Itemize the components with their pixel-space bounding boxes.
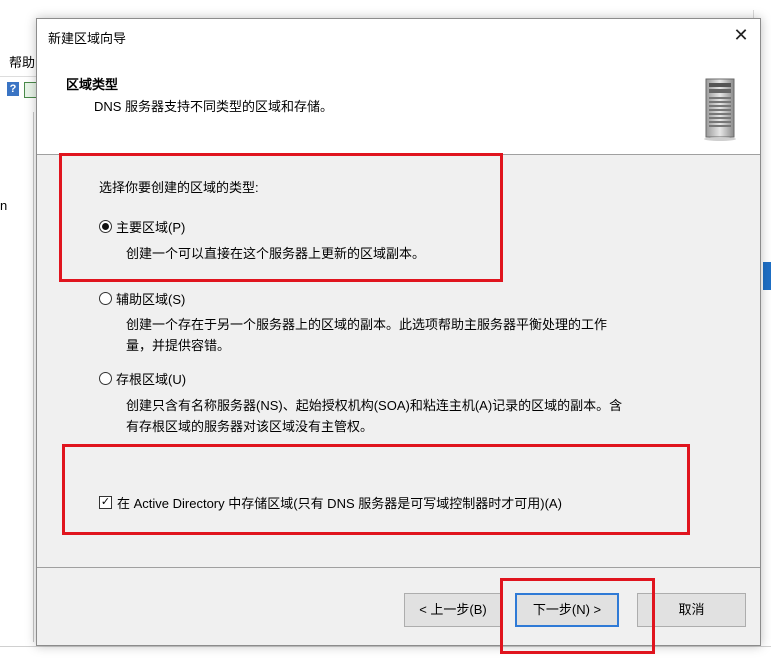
selection-accent bbox=[763, 262, 771, 290]
help-icon[interactable]: ? bbox=[7, 82, 19, 96]
console-tree[interactable]: n bbox=[0, 112, 34, 642]
page-title: 区域类型 bbox=[66, 77, 119, 92]
new-zone-wizard-dialog: 新建区域向导 ✕ 区域类型 DNS 服务器支持不同类型的区域和存储。 选择你要创… bbox=[36, 18, 761, 646]
radio-secondary-zone[interactable]: 辅助区域(S) bbox=[99, 289, 185, 308]
description-line: 量，并提供容错。 bbox=[126, 338, 231, 353]
radio-button[interactable] bbox=[99, 372, 112, 385]
dialog-titlebar: 新建区域向导 ✕ bbox=[37, 19, 760, 51]
close-icon[interactable]: ✕ bbox=[722, 19, 760, 51]
radio-button[interactable] bbox=[99, 292, 112, 305]
dialog-title: 新建区域向导 bbox=[48, 31, 127, 46]
annotation-highlight-primary-zone bbox=[59, 153, 503, 282]
radio-stub-zone[interactable]: 存根区域(U) bbox=[99, 369, 186, 388]
description-line: 创建只含有名称服务器(NS)、起始授权机构(SOA)和粘连主机(A)记录的区域的… bbox=[126, 398, 623, 413]
back-button[interactable]: < 上一步(B) bbox=[404, 593, 502, 627]
server-icon bbox=[704, 78, 736, 141]
annotation-highlight-ad-storage bbox=[62, 444, 690, 535]
footer-separator bbox=[37, 567, 760, 568]
description-line: 有存根区域的服务器对该区域没有主管权。 bbox=[126, 419, 374, 434]
radio-label[interactable]: 存根区域(U) bbox=[116, 369, 186, 388]
description-line: 创建一个存在于另一个服务器上的区域的副本。此选项帮助主服务器平衡处理的工作 bbox=[126, 317, 608, 332]
stub-zone-description: 创建只含有名称服务器(NS)、起始授权机构(SOA)和粘连主机(A)记录的区域的… bbox=[126, 395, 706, 437]
page-subtitle: DNS 服务器支持不同类型的区域和存储。 bbox=[94, 99, 334, 114]
radio-label[interactable]: 辅助区域(S) bbox=[116, 289, 185, 308]
secondary-zone-description: 创建一个存在于另一个服务器上的区域的副本。此选项帮助主服务器平衡处理的工作 量，… bbox=[126, 314, 706, 356]
wizard-header: 区域类型 DNS 服务器支持不同类型的区域和存储。 bbox=[37, 51, 760, 155]
tree-item[interactable]: n bbox=[0, 198, 7, 213]
menu-help[interactable]: 帮助 bbox=[9, 52, 35, 71]
background-statusbar bbox=[0, 646, 771, 668]
annotation-highlight-next-button bbox=[500, 578, 655, 654]
